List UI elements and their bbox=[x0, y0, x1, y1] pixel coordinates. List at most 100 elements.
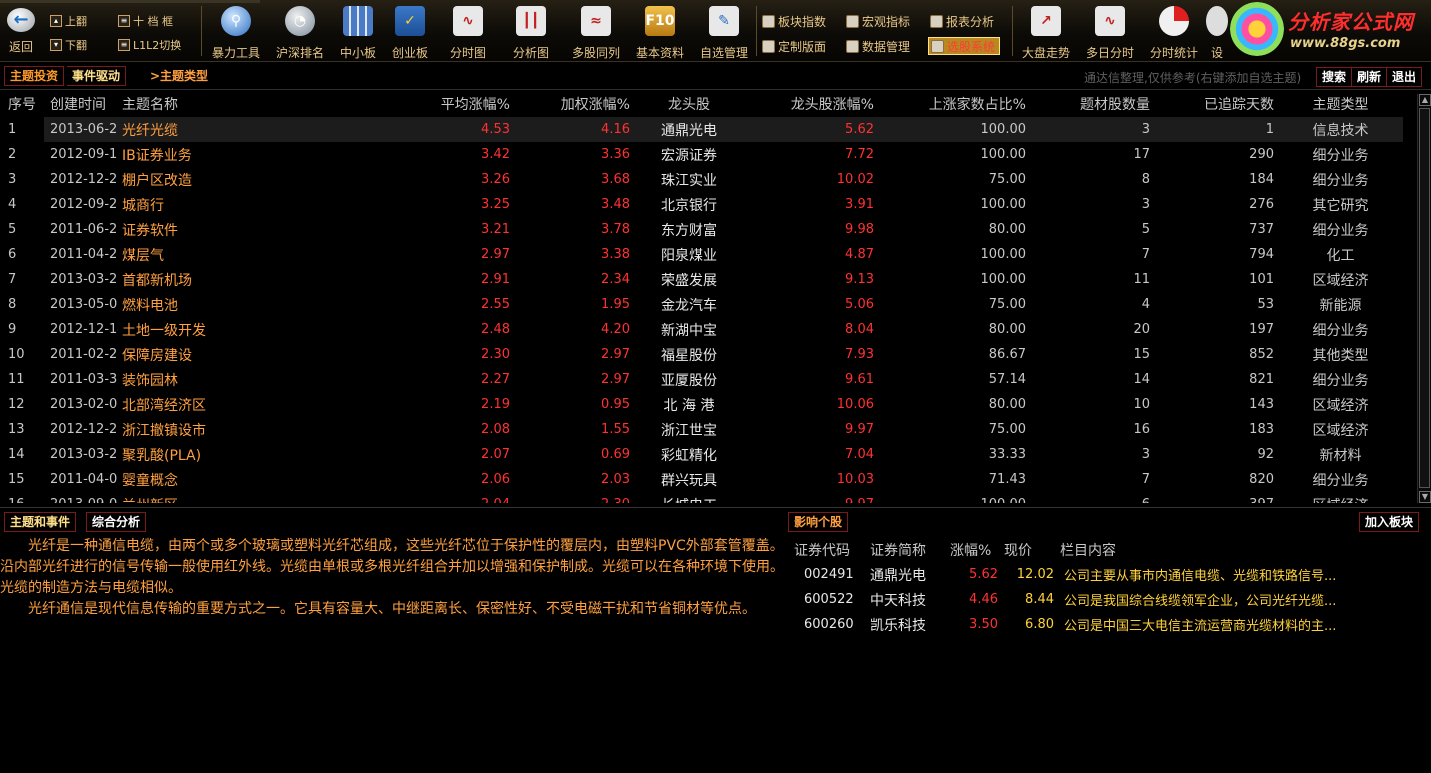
table-row[interactable]: 13 2012-12-28 浙江撤镇设市 2.08 1.55 浙江世宝 9.97 75.00 1… bbox=[0, 417, 1403, 442]
stock-price-header[interactable]: 现价 bbox=[1004, 538, 1060, 562]
col-theme-name-cell: 燃料电池 bbox=[122, 297, 178, 314]
col-weighted-change-header[interactable]: 加权涨幅% bbox=[514, 91, 634, 117]
multi-day-button[interactable]: ∿ 多日分时 bbox=[1084, 4, 1136, 60]
sector-index-link[interactable]: 板块指数 bbox=[762, 12, 826, 30]
table-row[interactable]: 14 2013-03-29 聚乳酸(PLA) 2.07 0.69 彩虹精化 7.04 33.3… bbox=[0, 442, 1403, 467]
stock-content-header[interactable]: 栏目内容 bbox=[1060, 538, 1410, 562]
table-row[interactable]: 9 2012-12-14 土地一级开发 2.48 4.20 新湖中宝 8.04 80.00 20… bbox=[0, 317, 1403, 342]
col-weighted-change-cell: 2.97 bbox=[601, 347, 630, 362]
col-theme-name-header[interactable]: 主题名称 bbox=[118, 91, 394, 117]
table-row[interactable]: 162013-09-06兰州新区2.042.30长城电工9.97100.0063… bbox=[0, 492, 1403, 503]
stock-code-header[interactable]: 证券代码 bbox=[790, 538, 870, 562]
table-row[interactable]: 5 2011-06-23 证券软件 3.21 3.78 东方财富 9.98 80.00 5 737… bbox=[0, 217, 1403, 242]
l1l2-switch-button[interactable]: ≡ L1L2切换 bbox=[118, 36, 181, 54]
col-leader-stock-header[interactable]: 龙头股 bbox=[634, 91, 744, 117]
basic-info-button[interactable]: F10 基本资料 bbox=[634, 4, 686, 60]
search-button[interactable]: 搜索 bbox=[1316, 67, 1353, 87]
data-manage-link[interactable]: 数据管理 bbox=[846, 37, 910, 55]
col-created-header[interactable]: 创建时间 bbox=[44, 91, 118, 117]
table-row[interactable]: 7 2013-03-20 首都新机场 2.91 2.34 荣盛发展 9.13 100.00 11… bbox=[0, 267, 1403, 292]
col-theme-name-cell: 兰州新区 bbox=[118, 492, 394, 504]
col-index-cell: 2 bbox=[8, 147, 17, 162]
sme-board-button[interactable]: 中小板 bbox=[337, 4, 379, 60]
table-row[interactable]: 12013-06-28光纤光缆4.534.16通鼎光电5.62100.0031信… bbox=[0, 117, 1403, 142]
affected-stocks-tab-bar: 影响个股 加入板块 bbox=[788, 510, 1431, 534]
col-index-cell: 16 bbox=[0, 492, 44, 503]
table-row[interactable]: 8 2013-05-07 燃料电池 2.55 1.95 金龙汽车 5.06 75.00 4 53 新… bbox=[0, 292, 1403, 317]
col-up-ratio-cell: 80.00 bbox=[988, 322, 1026, 337]
col-stock-count-header[interactable]: 题材股数量 bbox=[1030, 91, 1154, 117]
tab-event-driven[interactable]: 事件驱动 bbox=[67, 66, 127, 86]
table-row[interactable]: 11 2011-03-31 装饰园林 2.27 2.97 亚厦股份 9.61 57.14 14 8… bbox=[0, 367, 1403, 392]
stock-price-cell: 12.02 bbox=[1016, 567, 1054, 582]
page-down-button[interactable]: ▾ 下翻 bbox=[50, 36, 87, 54]
custom-layout-link[interactable]: 定制版面 bbox=[762, 37, 826, 55]
table-row[interactable]: 15 2011-04-01 婴童概念 2.06 2.03 群兴玩具 10.03 71.43 7 8… bbox=[0, 467, 1403, 492]
scroll-up-icon[interactable]: ▲ bbox=[1419, 94, 1431, 106]
col-tracked-days-cell: 821 bbox=[1249, 372, 1274, 387]
col-leader-change-cell: 5.06 bbox=[845, 297, 874, 312]
watchlist-manage-button[interactable]: ✎ 自选管理 bbox=[698, 4, 750, 60]
scroll-thumb[interactable] bbox=[1419, 108, 1430, 488]
market-trend-button[interactable]: ↗ 大盘走势 bbox=[1020, 4, 1072, 60]
col-up-ratio-cell: 86.67 bbox=[988, 347, 1026, 362]
ranking-gauge-icon: ◔ bbox=[285, 6, 315, 36]
intraday-chart-button[interactable]: ∿ 分时图 bbox=[447, 4, 489, 60]
gem-board-button[interactable]: ✓ 创业板 bbox=[389, 4, 431, 60]
col-index-header[interactable]: 序号 bbox=[0, 91, 44, 117]
exit-button[interactable]: 退出 bbox=[1386, 67, 1423, 87]
stock-row[interactable]: 600522 中天科技 4.46 8.44 公司是我国综合线缆领军企业，公司光纤光缆..… bbox=[790, 587, 1410, 612]
scroll-down-icon[interactable]: ▼ bbox=[1419, 491, 1431, 503]
col-up-ratio-header[interactable]: 上涨家数占比% bbox=[878, 91, 1030, 117]
table-row[interactable]: 6 2011-04-27 煤层气 2.97 3.38 阳泉煤业 4.87 100.00 7 794… bbox=[0, 242, 1403, 267]
report-analysis-link[interactable]: 报表分析 bbox=[930, 12, 994, 30]
stock-name-header[interactable]: 证券简称 bbox=[870, 538, 950, 562]
add-to-sector-button[interactable]: 加入板块 bbox=[1359, 512, 1420, 532]
intraday-stats-button[interactable]: 分时统计 bbox=[1148, 4, 1200, 60]
analysis-chart-button[interactable]: ┃┃ 分析图 bbox=[510, 4, 552, 60]
page-up-button[interactable]: ▴ 上翻 bbox=[50, 12, 87, 30]
macro-indicator-link[interactable]: 宏观指标 bbox=[846, 12, 910, 30]
tab-affected-stocks[interactable]: 影响个股 bbox=[788, 512, 849, 532]
col-theme-name-cell: 城商行 bbox=[122, 197, 164, 214]
hs-ranking-button[interactable]: ◔ 沪深排名 bbox=[272, 4, 328, 60]
col-theme-name-cell: 婴童概念 bbox=[122, 472, 178, 489]
detail-tab-bar: 主题和事件 综合分析 bbox=[0, 510, 786, 534]
col-index-cell: 1 bbox=[0, 117, 44, 142]
table-row[interactable]: 12 2013-02-06 北部湾经济区 2.19 0.95 北 海 港 10.06 80.0… bbox=[0, 392, 1403, 417]
tab-theme-type[interactable]: >主题类型 bbox=[144, 66, 214, 86]
table-row[interactable]: 10 2011-02-28 保障房建设 2.30 2.97 福星股份 7.93 86.67 15… bbox=[0, 342, 1403, 367]
report-analysis-label: 报表分析 bbox=[946, 14, 995, 29]
page-down-label: 下翻 bbox=[65, 39, 87, 52]
tab-theme-investment[interactable]: 主题投资 bbox=[4, 66, 65, 86]
stock-change-header[interactable]: 涨幅% bbox=[950, 538, 1004, 562]
ten-level-button[interactable]: ≡ 十 档 框 bbox=[118, 12, 173, 30]
col-leader-change-header[interactable]: 龙头股涨幅% bbox=[744, 91, 878, 117]
col-leader-stock-cell: 彩虹精化 bbox=[661, 447, 717, 464]
col-up-ratio-cell: 100.00 bbox=[980, 147, 1027, 162]
stock-row[interactable]: 002491 通鼎光电 5.62 12.02 公司主要从事市内通信电缆、光缆和铁路信号.… bbox=[790, 562, 1410, 587]
pane-divider[interactable] bbox=[0, 507, 1431, 508]
table-row[interactable]: 2 2012-09-12 IB证券业务 3.42 3.36 宏源证券 7.72 100.00 1… bbox=[0, 142, 1403, 167]
refresh-button[interactable]: 刷新 bbox=[1351, 67, 1388, 87]
table-row[interactable]: 3 2012-12-27 棚户区改造 3.26 3.68 珠江实业 10.02 75.00 8 1… bbox=[0, 167, 1403, 192]
col-theme-type-cell: 细分业务 bbox=[1312, 222, 1369, 239]
col-leader-stock-cell: 北 海 港 bbox=[663, 397, 715, 414]
col-theme-name-cell: 首都新机场 bbox=[122, 272, 192, 289]
power-tools-button[interactable]: ⚲ 暴力工具 bbox=[207, 4, 265, 60]
col-leader-change-cell: 10.06 bbox=[836, 397, 874, 412]
col-index-cell: 7 bbox=[8, 272, 17, 287]
tab-theme-event[interactable]: 主题和事件 bbox=[4, 512, 77, 532]
col-avg-change-header[interactable]: 平均涨幅% bbox=[394, 91, 514, 117]
table-row[interactable]: 4 2012-09-26 城商行 3.25 3.48 北京银行 3.91 100.00 3 276… bbox=[0, 192, 1403, 217]
col-tracked-days-header[interactable]: 已追踪天数 bbox=[1154, 91, 1278, 117]
multi-stock-button[interactable]: ≈ 多股同列 bbox=[570, 4, 622, 60]
table-scrollbar[interactable]: ▲ ▼ bbox=[1417, 94, 1431, 503]
col-avg-change-cell: 2.48 bbox=[481, 322, 510, 337]
back-button[interactable]: ← 返回 bbox=[4, 8, 38, 58]
settings-button[interactable]: 设 bbox=[1206, 4, 1228, 60]
col-theme-type-header[interactable]: 主题类型 bbox=[1278, 91, 1403, 117]
stock-picker-link[interactable]: 选股系统 bbox=[928, 37, 1001, 55]
stock-row[interactable]: 600260 凯乐科技 3.50 6.80 公司是中国三大电信主流运营商光缆材料的主..… bbox=[790, 612, 1410, 637]
tab-comprehensive-analysis[interactable]: 综合分析 bbox=[86, 512, 147, 532]
